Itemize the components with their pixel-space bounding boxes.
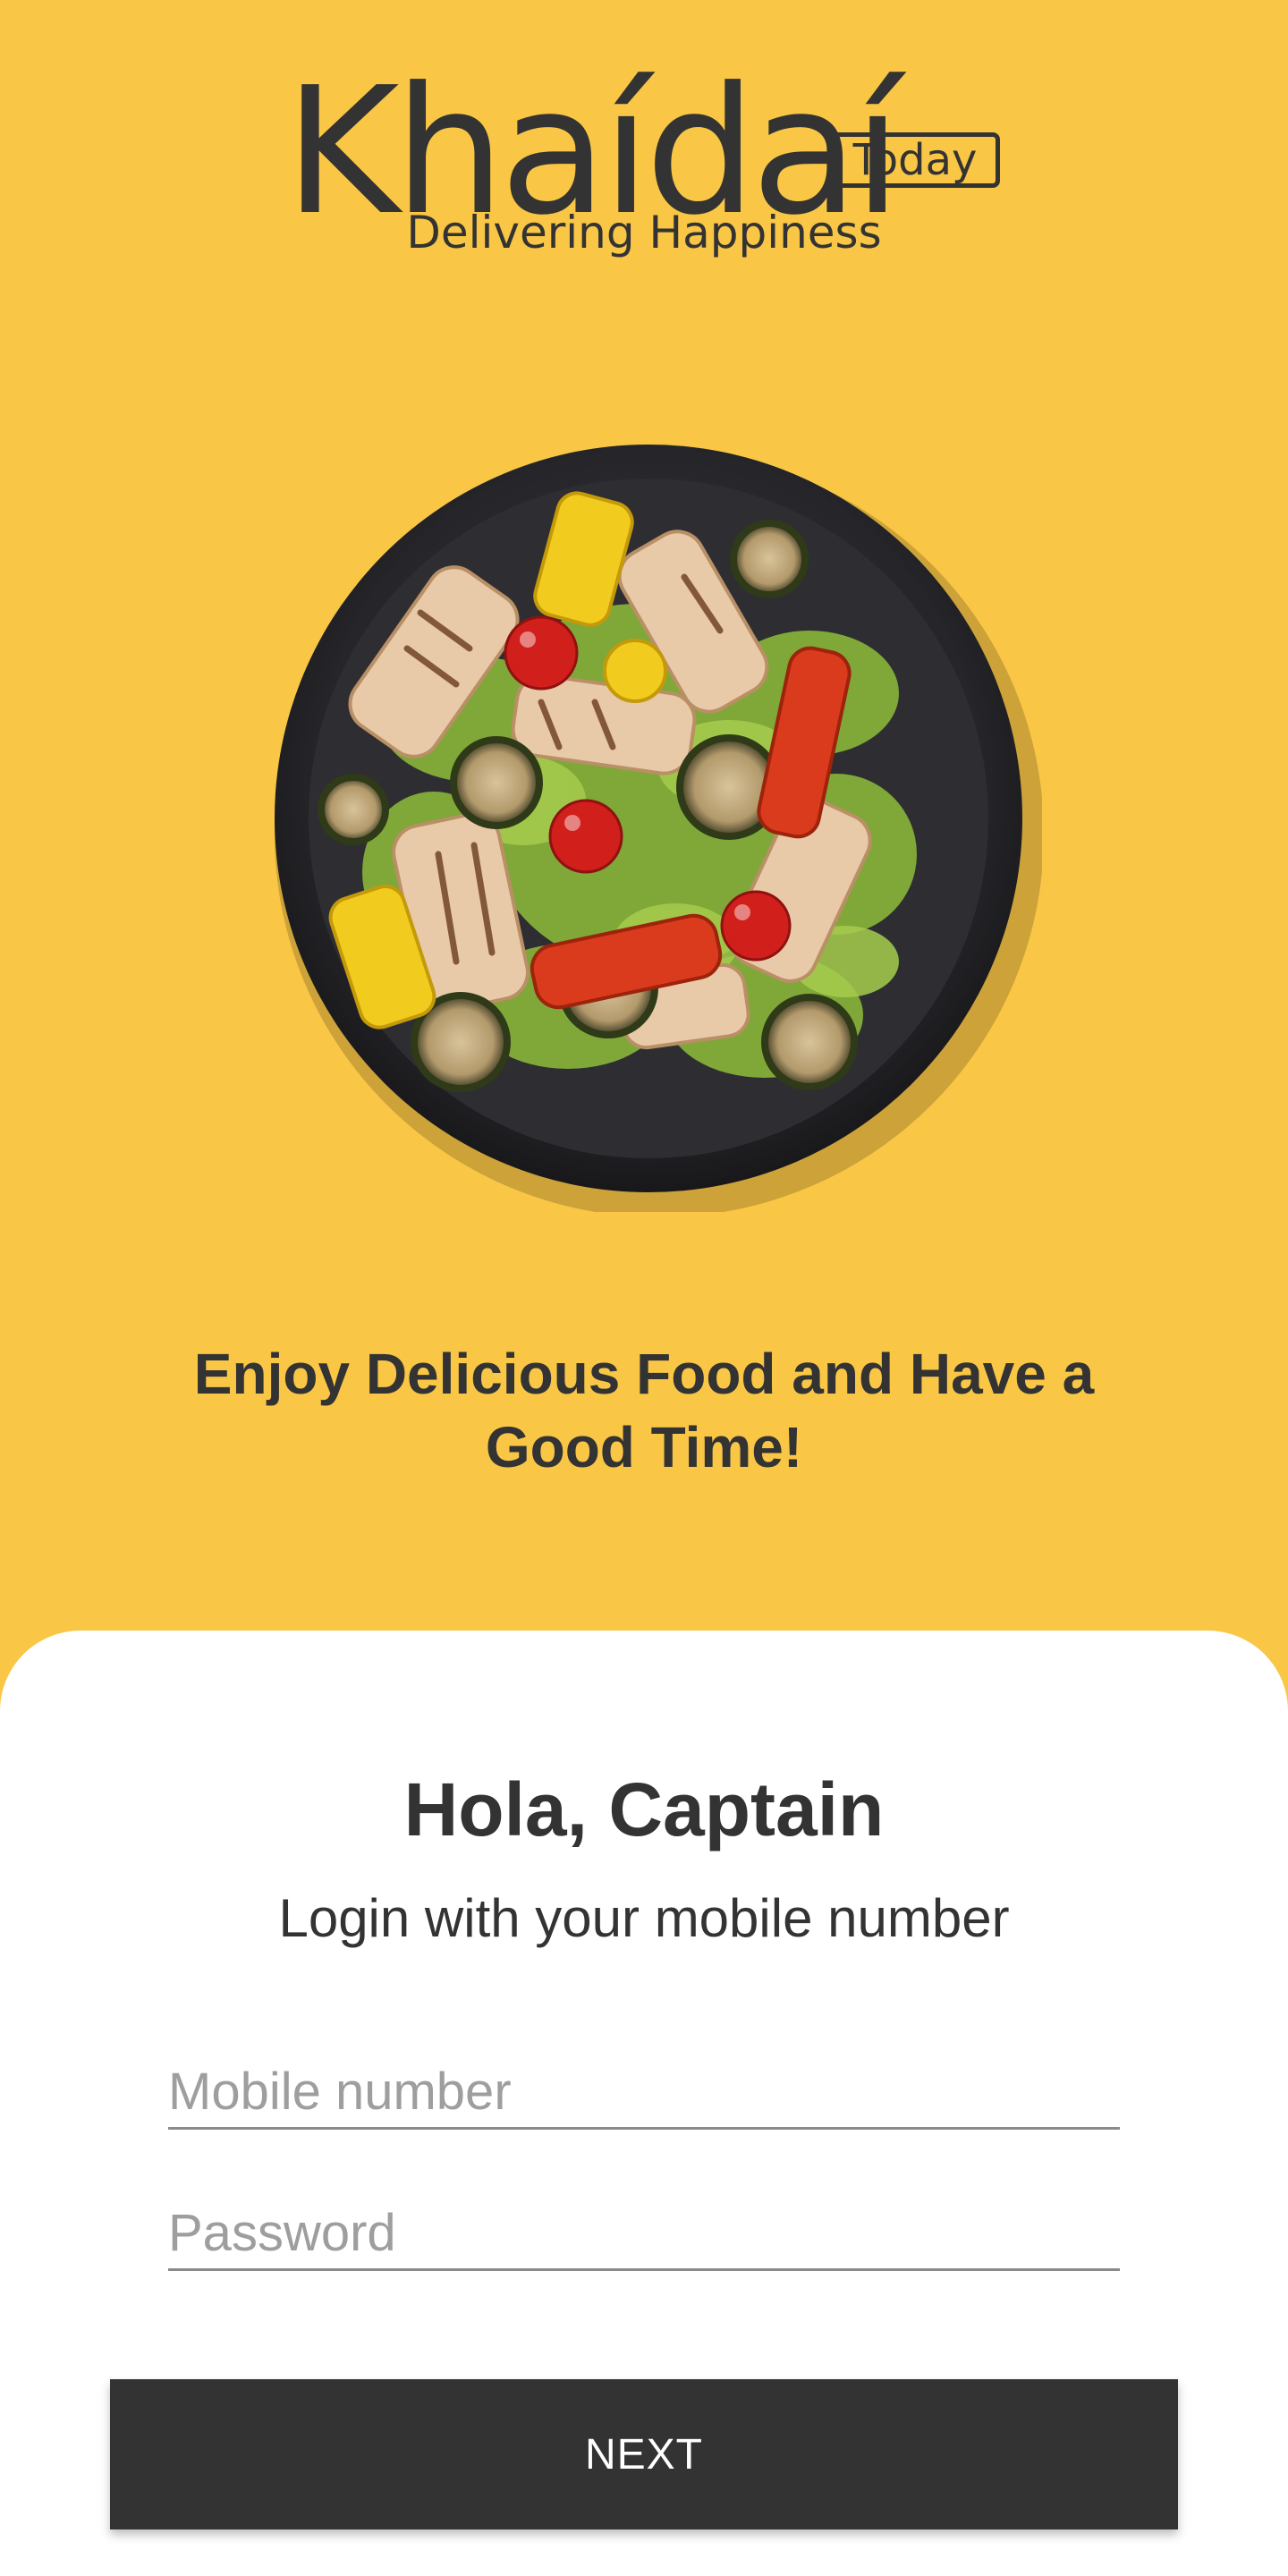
login-title: Hola, Captain	[403, 1767, 885, 1852]
food-plate-illustration	[275, 445, 1044, 1217]
password-input[interactable]	[168, 2197, 1120, 2271]
brand-logo: Khaídaí Today Delivering Happiness	[0, 63, 1288, 268]
login-card: Hola, Captain Login with your mobile num…	[0, 1631, 1288, 2576]
login-subtitle: Login with your mobile number	[278, 1888, 1010, 1948]
mobile-number-input[interactable]	[168, 2055, 1120, 2130]
hero-headline: Enjoy Delicious Food and Have a Good Tim…	[193, 1342, 1095, 1479]
brand-tagline: Delivering Happiness	[406, 207, 882, 258]
brand-badge: Today	[830, 132, 1000, 188]
food-plate-image	[255, 425, 1044, 1217]
next-button[interactable]: NEXT	[110, 2379, 1178, 2529]
